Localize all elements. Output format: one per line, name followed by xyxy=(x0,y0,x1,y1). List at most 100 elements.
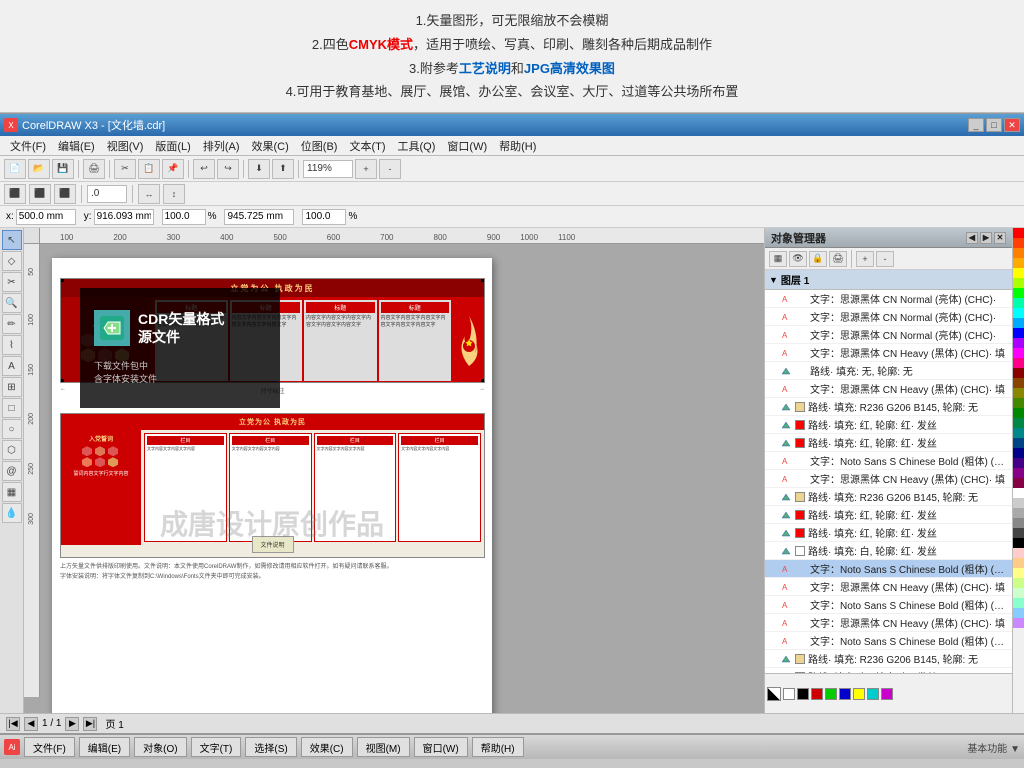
palette-color-swatch[interactable] xyxy=(1013,328,1024,338)
taskbar-text-menu[interactable]: 文字(T) xyxy=(191,737,242,757)
object-manager-list[interactable]: A文字：思源黑体 CN Normal (亮体) (CHC)·A文字：思源黑体 C… xyxy=(765,290,1012,673)
object-item-10[interactable]: A文字：Noto Sans S Chinese Bold (粗体) (CH xyxy=(765,452,1012,470)
menu-file[interactable]: 文件(F) xyxy=(4,136,52,156)
color-palette[interactable] xyxy=(1012,228,1024,713)
palette-color-swatch[interactable] xyxy=(1013,558,1024,568)
palette-color-swatch[interactable] xyxy=(1013,318,1024,328)
export-button[interactable]: ⬆ xyxy=(272,159,294,179)
palette-color-swatch[interactable] xyxy=(1013,568,1024,578)
cut-button[interactable]: ✂ xyxy=(114,159,136,179)
object-item-15[interactable]: 路线· 填充: 白, 轮廓: 红· 发丝 xyxy=(765,542,1012,560)
close-button[interactable]: ✕ xyxy=(1004,118,1020,132)
palette-color-swatch[interactable] xyxy=(1013,268,1024,278)
window-controls[interactable]: _ □ ✕ xyxy=(968,118,1020,132)
object-item-7[interactable]: 路线· 填充: R236 G206 B145, 轮廓: 无 xyxy=(765,398,1012,416)
taskbar-edit-menu[interactable]: 编辑(E) xyxy=(79,737,130,757)
om-print-btn[interactable]: 🖨 xyxy=(829,251,847,267)
object-item-19[interactable]: A文字：思源黑体 CN Heavy (黑体) (CHC)· 填 xyxy=(765,614,1012,632)
taskbar-view-menu[interactable]: 视图(M) xyxy=(357,737,410,757)
palette-color-swatch[interactable] xyxy=(1013,578,1024,588)
om-layer-btn[interactable]: ▦ xyxy=(769,251,787,267)
object-item-8[interactable]: 路线· 填充: 红, 轮廓: 红· 发丝 xyxy=(765,416,1012,434)
object-item-3[interactable]: A文字：思源黑体 CN Normal (亮体) (CHC)· xyxy=(765,326,1012,344)
zoom-tool[interactable]: 🔍 xyxy=(2,293,22,313)
object-item-17[interactable]: A文字：思源黑体 CN Heavy (黑体) (CHC)· 填 xyxy=(765,578,1012,596)
menu-text[interactable]: 文本(T) xyxy=(343,136,391,156)
palette-color-swatch[interactable] xyxy=(1013,498,1024,508)
copy-button[interactable]: 📋 xyxy=(138,159,160,179)
crop-tool[interactable]: ✂ xyxy=(2,272,22,292)
redo-button[interactable]: ↪ xyxy=(217,159,239,179)
palette-color-swatch[interactable] xyxy=(1013,508,1024,518)
palette-color-swatch[interactable] xyxy=(1013,548,1024,558)
black-swatch[interactable] xyxy=(797,688,809,700)
yellow-swatch[interactable] xyxy=(853,688,865,700)
om-lock-btn[interactable]: 🔒 xyxy=(809,251,827,267)
palette-color-swatch[interactable] xyxy=(1013,348,1024,358)
y-input[interactable] xyxy=(94,209,154,225)
panel-close[interactable]: ✕ xyxy=(994,232,1006,244)
minimize-button[interactable]: _ xyxy=(968,118,984,132)
palette-color-swatch[interactable] xyxy=(1013,458,1024,468)
palette-color-swatch[interactable] xyxy=(1013,338,1024,348)
panel-arrow-right[interactable]: ▶ xyxy=(980,232,992,244)
om-add-layer-btn[interactable]: + xyxy=(856,251,874,267)
cyan-swatch[interactable] xyxy=(867,688,879,700)
palette-color-swatch[interactable] xyxy=(1013,238,1024,248)
palette-color-swatch[interactable] xyxy=(1013,358,1024,368)
object-item-21[interactable]: 路线· 填充: R236 G206 B145, 轮廓: 无 xyxy=(765,650,1012,668)
object-item-13[interactable]: 路线· 填充: 红, 轮廓: 红· 发丝 xyxy=(765,506,1012,524)
palette-color-swatch[interactable] xyxy=(1013,478,1024,488)
menu-bitmap[interactable]: 位图(B) xyxy=(295,136,344,156)
page-first-button[interactable]: |◀ xyxy=(6,717,20,731)
taskbar-select-menu[interactable]: 选择(S) xyxy=(245,737,296,757)
object-item-2[interactable]: A文字：思源黑体 CN Normal (亮体) (CHC)· xyxy=(765,308,1012,326)
palette-color-swatch[interactable] xyxy=(1013,418,1024,428)
object-item-1[interactable]: A文字：思源黑体 CN Normal (亮体) (CHC)· xyxy=(765,290,1012,308)
object-item-4[interactable]: A文字：思源黑体 CN Heavy (黑体) (CHC)· 填 xyxy=(765,344,1012,362)
palette-color-swatch[interactable] xyxy=(1013,298,1024,308)
maximize-button[interactable]: □ xyxy=(986,118,1002,132)
om-del-layer-btn[interactable]: - xyxy=(876,251,894,267)
object-item-20[interactable]: A文字：Noto Sans S Chinese Bold (粗体) (CH xyxy=(765,632,1012,650)
palette-color-swatch[interactable] xyxy=(1013,288,1024,298)
spiral-tool[interactable]: @ xyxy=(2,461,22,481)
page-next-button[interactable]: ▶ xyxy=(65,717,79,731)
palette-color-swatch[interactable] xyxy=(1013,468,1024,478)
object-item-6[interactable]: A文字：思源黑体 CN Heavy (黑体) (CHC)· 填 xyxy=(765,380,1012,398)
menu-tools[interactable]: 工具(Q) xyxy=(392,136,442,156)
zoom-out-button[interactable]: - xyxy=(379,159,401,179)
palette-color-swatch[interactable] xyxy=(1013,528,1024,538)
object-item-5[interactable]: 路线· 填充: 无, 轮廓: 无 xyxy=(765,362,1012,380)
palette-color-swatch[interactable] xyxy=(1013,258,1024,268)
w-input[interactable] xyxy=(162,209,206,225)
fill-tool[interactable]: ▦ xyxy=(2,482,22,502)
polygon-tool[interactable]: ⬡ xyxy=(2,440,22,460)
scale-input[interactable] xyxy=(302,209,346,225)
palette-color-swatch[interactable] xyxy=(1013,388,1024,398)
panel-controls[interactable]: ◀ ▶ ✕ xyxy=(966,232,1006,244)
zoom-in-button[interactable]: + xyxy=(355,159,377,179)
object-item-18[interactable]: A文字：Noto Sans S Chinese Bold (粗体) (CH xyxy=(765,596,1012,614)
menu-layout[interactable]: 版面(L) xyxy=(149,136,196,156)
palette-color-swatch[interactable] xyxy=(1013,308,1024,318)
palette-color-swatch[interactable] xyxy=(1013,598,1024,608)
palette-color-swatch[interactable] xyxy=(1013,438,1024,448)
open-button[interactable]: 📂 xyxy=(28,159,50,179)
palette-color-swatch[interactable] xyxy=(1013,368,1024,378)
palette-color-swatch[interactable] xyxy=(1013,608,1024,618)
palette-color-swatch[interactable] xyxy=(1013,488,1024,498)
menu-effects[interactable]: 效果(C) xyxy=(246,136,295,156)
null-color-swatch[interactable] xyxy=(767,687,781,701)
new-button[interactable]: 📄 xyxy=(4,159,26,179)
canvas-area[interactable]: 100 200 300 400 500 600 700 800 900 1000… xyxy=(24,228,764,713)
ellipse-tool[interactable]: ○ xyxy=(2,419,22,439)
palette-color-swatch[interactable] xyxy=(1013,378,1024,388)
page-last-button[interactable]: ▶| xyxy=(83,717,97,731)
table-tool[interactable]: ⊞ xyxy=(2,377,22,397)
bezier-tool[interactable]: ⌇ xyxy=(2,335,22,355)
green-swatch[interactable] xyxy=(825,688,837,700)
text-tool[interactable]: A xyxy=(2,356,22,376)
taskbar-file-menu[interactable]: 文件(F) xyxy=(24,737,75,757)
shape-tool[interactable]: ◇ xyxy=(2,251,22,271)
